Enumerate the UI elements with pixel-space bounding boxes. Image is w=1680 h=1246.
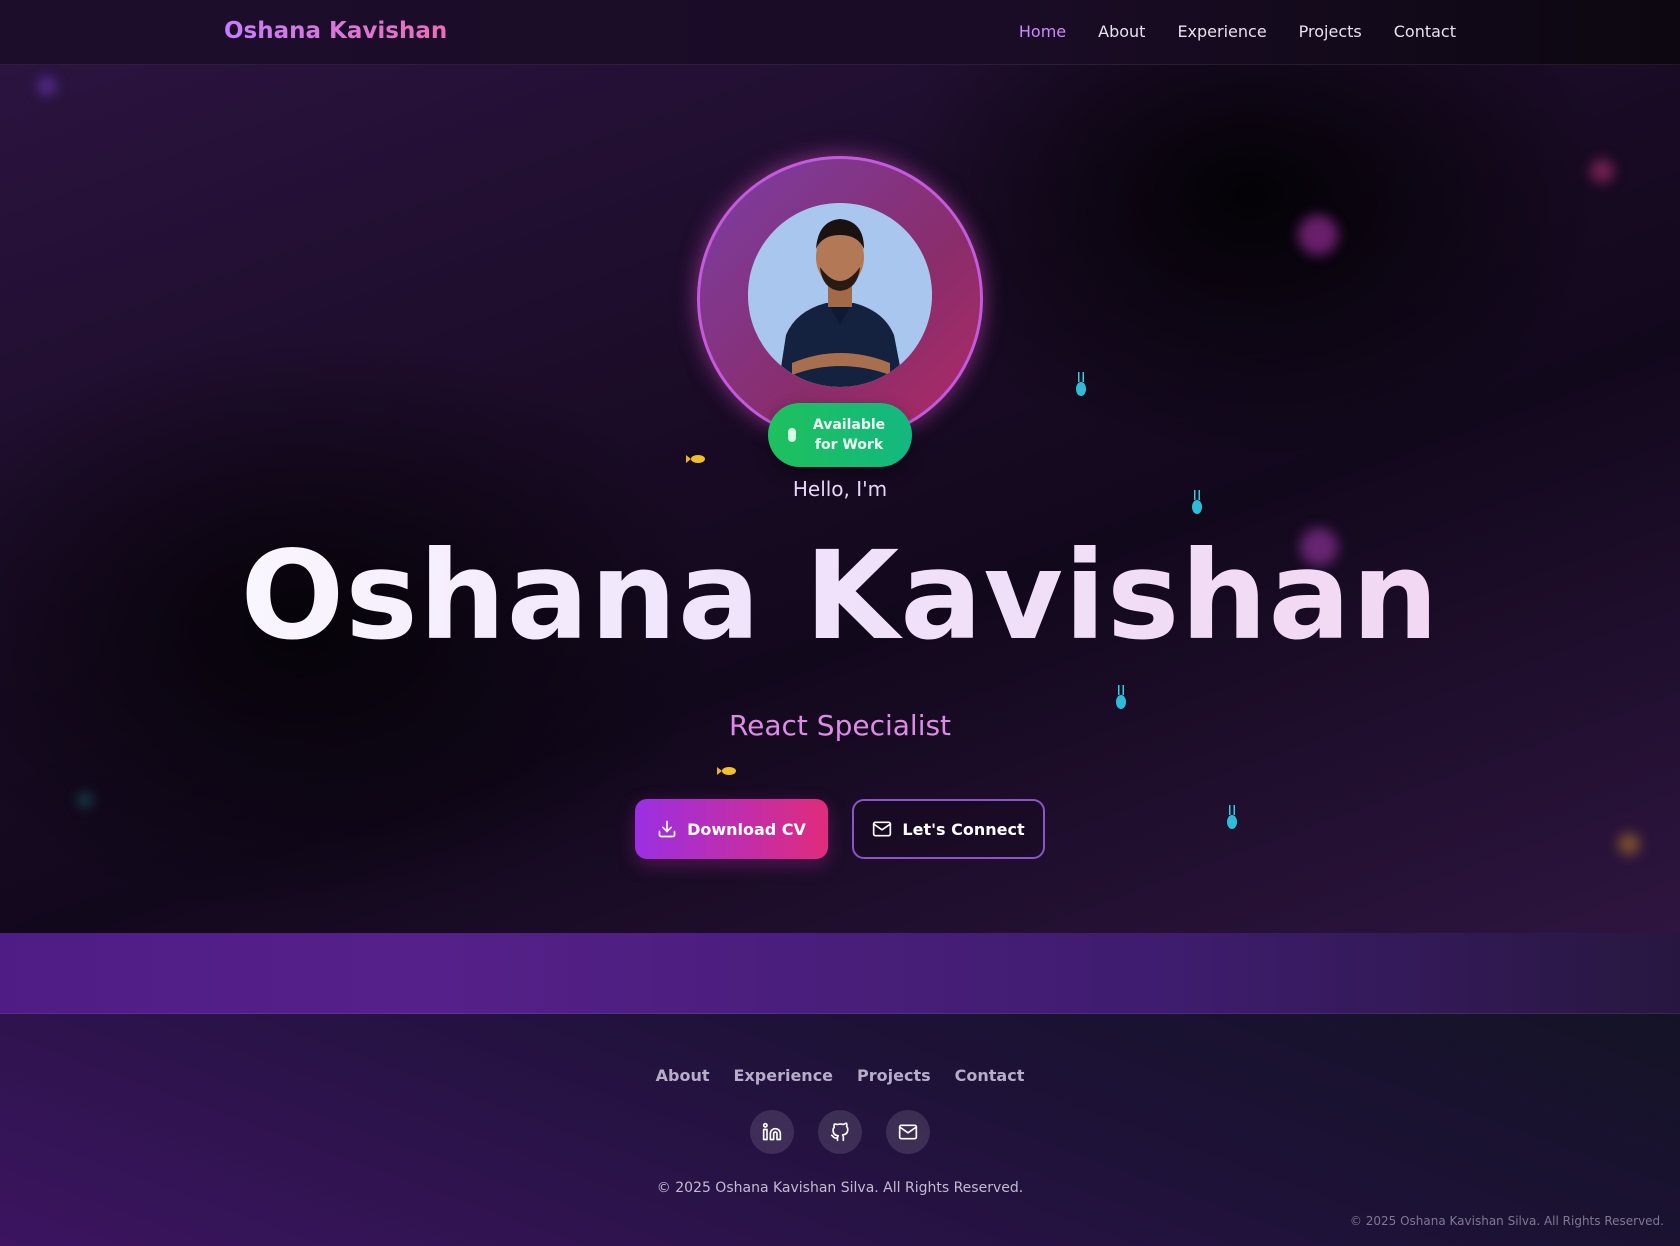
hero-section: Available for Work Hello, I'm Oshana Kav… <box>0 65 1680 933</box>
github-button[interactable] <box>818 1110 862 1154</box>
footer: About Experience Projects Contact © 2025… <box>0 1014 1680 1246</box>
email-button[interactable] <box>886 1110 930 1154</box>
copyright-text: © 2025 Oshana Kavishan Silva. All Rights… <box>656 1180 1024 1196</box>
glow-orb <box>1618 833 1640 855</box>
nav-link-experience[interactable]: Experience <box>1177 22 1266 41</box>
footer-link-about[interactable]: About <box>656 1066 710 1085</box>
nav-link-about[interactable]: About <box>1098 22 1145 41</box>
status-dot-icon <box>788 428 796 442</box>
person-icon <box>748 203 932 387</box>
footer-links: About Experience Projects Contact <box>0 1066 1680 1085</box>
bunny-icon <box>1227 805 1237 829</box>
greeting-text: Hello, I'm <box>792 477 888 501</box>
linkedin-button[interactable] <box>750 1110 794 1154</box>
download-icon <box>658 820 676 838</box>
brand-logo[interactable]: Oshana Kavishan <box>224 18 447 44</box>
download-cv-label: Download CV <box>687 819 806 839</box>
footer-link-projects[interactable]: Projects <box>857 1066 931 1085</box>
nav-link-contact[interactable]: Contact <box>1394 22 1456 41</box>
mail-icon <box>873 821 892 837</box>
gradient-band <box>0 933 1680 1014</box>
nav-link-home[interactable]: Home <box>1019 22 1066 41</box>
profile-photo <box>748 203 932 387</box>
footer-link-experience[interactable]: Experience <box>734 1066 834 1085</box>
download-cv-button[interactable]: Download CV <box>635 799 828 859</box>
github-icon <box>830 1122 849 1142</box>
nav-link-projects[interactable]: Projects <box>1299 22 1362 41</box>
mail-icon <box>898 1124 918 1140</box>
bunny-icon <box>1116 685 1126 709</box>
fish-icon <box>686 455 705 463</box>
lets-connect-button[interactable]: Let's Connect <box>852 799 1045 859</box>
lets-connect-label: Let's Connect <box>902 819 1025 839</box>
social-links <box>0 1110 1680 1154</box>
role-subtitle: React Specialist <box>728 709 952 742</box>
glow-orb <box>1298 215 1338 255</box>
hero-name-heading: Oshana Kavishan <box>0 525 1680 667</box>
glow-orb <box>78 793 92 807</box>
avatar-ring <box>697 156 983 442</box>
copyright-corner-text: © 2025 Oshana Kavishan Silva. All Rights… <box>1349 1214 1664 1228</box>
glow-orb <box>1590 159 1614 183</box>
glow-orb <box>38 77 56 95</box>
bunny-icon <box>1076 372 1086 396</box>
nav-links: Home About Experience Projects Contact <box>1019 22 1456 41</box>
top-navbar: Oshana Kavishan Home About Experience Pr… <box>0 0 1680 65</box>
footer-link-contact[interactable]: Contact <box>955 1066 1025 1085</box>
linkedin-icon <box>762 1122 782 1141</box>
available-status-badge: Available for Work <box>768 403 912 467</box>
fish-icon <box>717 767 736 775</box>
status-label: Available for Work <box>812 417 886 453</box>
